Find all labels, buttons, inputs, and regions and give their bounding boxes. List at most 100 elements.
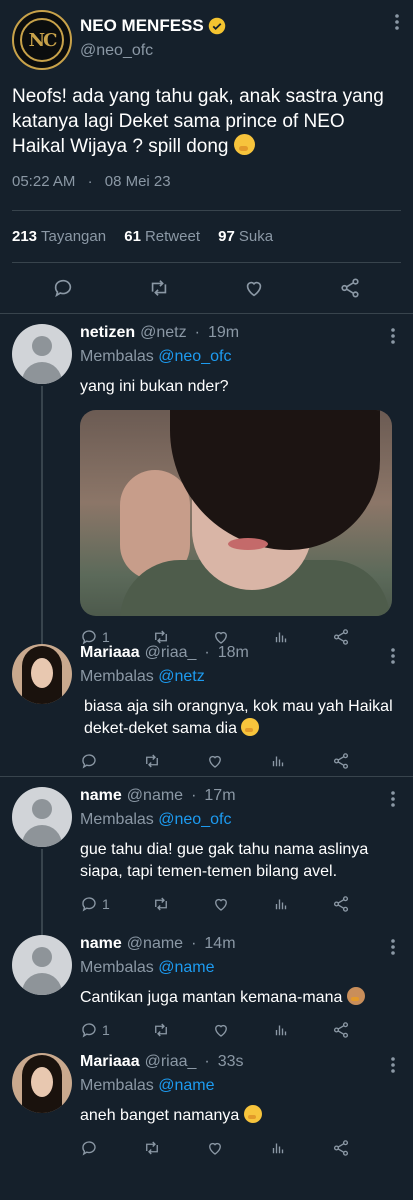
display-name[interactable]: NEO MENFESS [80,16,204,36]
avatar[interactable] [12,935,72,995]
hand-over-mouth-emoji-icon [233,134,255,155]
reply-icon[interactable] [52,277,74,299]
reply-name[interactable]: Mariaaa [80,644,140,662]
replying-label: Membalas [80,668,154,685]
retweets-stat[interactable]: 61 Retweet [124,228,200,245]
reply-icon[interactable] [80,752,98,770]
replying-to-handle[interactable]: @name [158,959,214,976]
likes-label: Suka [238,228,274,245]
separator-dot: · [204,1053,210,1070]
profile-avatar[interactable]: NC [12,10,72,70]
reply-actions: 1 [80,883,390,925]
reply-item[interactable]: Mariaaa @riaa_ · 18m Membalas @netz bias… [0,634,413,776]
reply-handle[interactable]: @netz [140,324,186,342]
reply-icon[interactable] [80,895,98,913]
reply-item[interactable]: name @name · 17m Membalas @neo_ofc gue t… [0,777,413,937]
main-tweet: NC NEO MENFESS @neo_ofc Neofs! ada yang … [0,0,413,313]
reply-item[interactable]: Mariaaa @riaa_ · 33s Membalas @name aneh… [0,1043,413,1163]
reply-name[interactable]: name [80,787,122,805]
more-options-icon[interactable] [391,1057,395,1073]
replying-to: Membalas @netz [80,668,401,686]
retweet-icon[interactable] [143,752,161,770]
likes-count: 97 [218,228,235,245]
more-options-icon[interactable] [395,14,399,30]
thread-line [41,849,43,937]
reply-body: aneh banget namanya [80,1107,240,1124]
more-options-icon[interactable] [391,648,395,664]
retweet-icon[interactable] [152,1021,170,1039]
reply-name[interactable]: Mariaaa [80,1053,140,1071]
share-icon[interactable] [339,277,361,299]
reply-handle[interactable]: @name [127,935,183,953]
views-stat[interactable]: 213 Tayangan [12,228,106,245]
reply-action[interactable]: 1 [80,895,110,913]
avatar[interactable] [12,787,72,847]
user-handle[interactable]: @neo_ofc [80,42,226,60]
replying-to-handle[interactable]: @neo_ofc [158,348,231,365]
views-label: Tayangan [41,228,107,245]
like-icon[interactable] [212,895,230,913]
retweet-icon[interactable] [148,277,170,299]
retweets-count: 61 [124,228,141,245]
retweets-label: Retweet [144,228,200,245]
reply-text: biasa aja sih orangnya, kok mau yah Haik… [80,696,401,740]
share-icon[interactable] [332,752,350,770]
like-icon[interactable] [212,1021,230,1039]
replying-to: Membalas @neo_ofc [80,348,401,366]
analytics-icon[interactable] [272,895,290,913]
analytics-icon[interactable] [269,1139,287,1157]
reply-icon[interactable] [80,1021,98,1039]
reply-name[interactable]: netizen [80,324,135,342]
reply-handle[interactable]: @riaa_ [145,644,197,662]
like-icon[interactable] [243,277,265,299]
reply-actions [80,740,390,782]
reply-name[interactable]: name [80,935,122,953]
reply-text: gue tahu dia! gue gak tahu nama aslinya … [80,841,369,880]
like-icon[interactable] [206,752,224,770]
avatar[interactable] [12,324,72,384]
like-icon[interactable] [206,1139,224,1157]
reply-text: aneh banget namanya [80,1105,401,1127]
retweet-icon[interactable] [152,895,170,913]
retweet-icon[interactable] [143,1139,161,1157]
more-options-icon[interactable] [391,328,395,344]
reply-icon[interactable] [80,1139,98,1157]
separator-dot: · [191,935,197,952]
reply-action[interactable]: 1 [80,1021,110,1039]
reply-body: biasa aja sih orangnya, kok mau yah Haik… [84,698,393,737]
analytics-icon[interactable] [269,752,287,770]
reply-time: 14m [204,935,236,952]
see-no-evil-monkey-emoji-icon [346,987,365,1005]
reply-time: 33s [217,1053,244,1070]
share-icon[interactable] [332,1139,350,1157]
separator-dot: · [191,787,197,804]
reply-image[interactable] [80,410,392,616]
tweet-timestamp: 05:22 AM · 08 Mei 23 [12,173,401,190]
more-options-icon[interactable] [391,791,395,807]
reply-time: 17m [204,787,236,804]
avatar[interactable] [12,1053,72,1113]
tweet-date: 08 Mei 23 [104,173,171,190]
verified-badge-icon [208,17,225,35]
more-options-icon[interactable] [391,939,395,955]
share-icon[interactable] [332,895,350,913]
replying-to-handle[interactable]: @netz [158,668,204,685]
reply-count: 1 [102,1022,110,1038]
reply-item[interactable]: name @name · 14m Membalas @name Cantikan… [0,925,413,1043]
separator-dot: · [194,324,200,341]
tweet-body: Neofs! ada yang tahu gak, anak sastra ya… [12,86,384,157]
reply-item[interactable]: netizen @netz · 19m Membalas @neo_ofc ya… [0,314,413,646]
likes-stat[interactable]: 97 Suka [218,228,273,245]
reply-handle[interactable]: @riaa_ [145,1053,197,1071]
replying-to-handle[interactable]: @name [158,1077,214,1094]
replying-to-handle[interactable]: @neo_ofc [158,811,231,828]
reply-time: 19m [207,324,240,341]
replying-to: Membalas @name [80,959,401,977]
reply-handle[interactable]: @name [127,787,183,805]
avatar[interactable] [12,644,72,704]
share-icon[interactable] [332,1021,350,1039]
reply-count: 1 [102,896,110,912]
separator-dot: · [87,173,93,190]
tweet-time: 05:22 AM [12,173,76,190]
analytics-icon[interactable] [272,1021,290,1039]
